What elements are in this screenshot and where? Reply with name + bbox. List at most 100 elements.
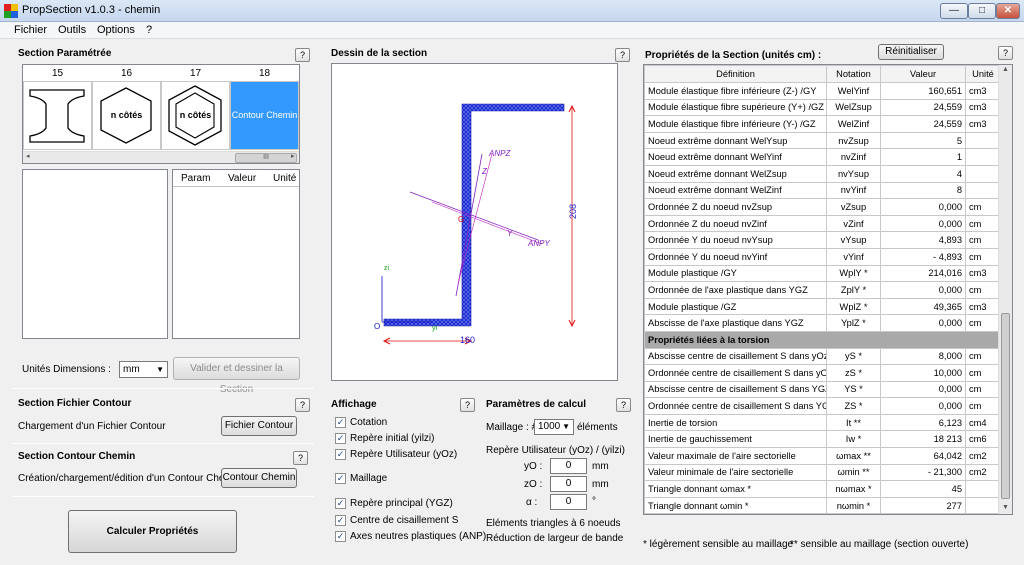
affichage-help-button[interactable]: ? [460, 398, 475, 412]
table-scroll-thumb[interactable] [1001, 313, 1010, 499]
calculate-properties-button[interactable]: Calculer Propriétés [68, 510, 237, 553]
menu-fichier[interactable]: Fichier [14, 24, 47, 36]
cell-definition: Ordonnée Y du noeud nvYinf [644, 247, 827, 266]
table-row[interactable]: Noeud extrême donnant WelYinf nvZinf 1 [644, 148, 1001, 166]
section-type-contour-chemin[interactable]: Contour Chemin [230, 81, 299, 150]
separator [12, 443, 314, 444]
checkbox-repere-utilisateur[interactable]: ✓ Repère Utilisateur (yOz) [335, 449, 457, 460]
scroll-thumb[interactable]: III [235, 153, 297, 163]
section-type-ibeam[interactable] [23, 81, 92, 150]
alpha-input[interactable]: 0 [550, 494, 587, 510]
table-row[interactable]: Triangle donnant ωmax * nωmax * 45 [644, 480, 1001, 498]
table-row[interactable]: Abscisse centre de cisaillement S dans y… [644, 347, 1001, 366]
section-type-hollow-hexagon[interactable]: n côtés [161, 81, 230, 150]
check-icon: ✓ [335, 433, 346, 444]
table-row[interactable]: Ordonnée Y du noeud nvYinf vYinf - 4,893 cm [644, 247, 1001, 266]
cell-unite: cm2 [965, 463, 1001, 482]
cell-notation: ZS * [826, 397, 881, 415]
units-value: mm [123, 364, 140, 375]
table-row[interactable]: Module élastique fibre supérieure (Y+) /… [644, 98, 1001, 117]
fichier-contour-help-button[interactable]: ? [295, 398, 310, 412]
maximize-button[interactable]: □ [968, 3, 996, 19]
table-group-row[interactable]: Propriétés liées à la torsion [644, 330, 1001, 349]
cell-definition: Noeud extrême donnant WelYinf [644, 148, 827, 166]
table-row[interactable]: Module élastique fibre inférieure (Y-) /… [644, 115, 1001, 133]
drawing-help-button[interactable]: ? [615, 48, 630, 62]
section-param-help-button[interactable]: ? [295, 48, 310, 62]
calcul-help-button[interactable]: ? [616, 398, 631, 412]
table-row[interactable]: Ordonnée centre de cisaillement S dans y… [644, 364, 1001, 382]
table-header-valeur[interactable]: Valeur [880, 65, 966, 83]
cell-valeur: 0,000 [880, 314, 966, 332]
table-row[interactable]: Module plastique /GZ WplZ * 49,365 cm3 [644, 297, 1001, 316]
section-type-selector[interactable]: 15 16 17 18 n côtés n côtés Contour Chem… [22, 64, 300, 164]
minimize-button[interactable]: — [940, 3, 968, 19]
checkbox-cotation[interactable]: ✓ Cotation [335, 417, 387, 428]
checkbox-maillage[interactable]: ✓ Maillage [335, 473, 387, 484]
table-vertical-scrollbar[interactable]: ▲ ▼ [998, 65, 1012, 514]
table-header-notation[interactable]: Notation [826, 65, 881, 83]
section-type-hexagon[interactable]: n côtés [92, 81, 161, 150]
contour-chemin-button[interactable]: Contour Chemin [221, 468, 297, 488]
scroll-down-icon[interactable]: ▼ [1002, 504, 1009, 511]
maillage-dropdown[interactable]: 1000 ▼ [534, 419, 574, 435]
cell-notation: YplZ * [826, 314, 881, 332]
properties-table[interactable]: Définition Notation Valeur Unité Module … [643, 64, 1013, 515]
cell-notation: Iw * [826, 430, 881, 449]
cell-definition: Module élastique fibre inférieure (Y-) /… [644, 115, 827, 133]
param-preview-box[interactable] [22, 169, 168, 339]
close-button[interactable]: ✕ [996, 3, 1020, 19]
props-help-button[interactable]: ? [998, 46, 1013, 60]
cell-notation: vYsup [826, 231, 881, 249]
checkbox-axes-neutres[interactable]: ✓ Axes neutres plastiques (ANP) [335, 531, 486, 542]
contour-chemin-help-button[interactable]: ? [293, 451, 308, 465]
table-row[interactable]: Valeur maximale de l'aire sectorielle ωma… [644, 447, 1001, 465]
chevron-down-icon: ▼ [562, 422, 570, 431]
table-row[interactable]: Ordonnée Z du noeud nvZsup vZsup 0,000 cm [644, 198, 1001, 216]
scroll-left-icon[interactable]: ◂ [26, 152, 30, 160]
table-header-unite[interactable]: Unité [965, 65, 1001, 83]
zo-input[interactable]: 0 [550, 476, 587, 492]
section-drawing: 208 160 ANPZ ANPY Z Y G zi yi O [374, 103, 578, 345]
section-col-15: 15 [51, 68, 64, 79]
table-row[interactable]: Noeud extrême donnant WelYsup nvZsup 5 [644, 131, 1001, 150]
table-row[interactable]: Inertie de torsion It ** 6,123 cm4 [644, 413, 1001, 432]
section-drawing-canvas[interactable]: 208 160 ANPZ ANPY Z Y G zi yi O [331, 63, 618, 381]
table-row[interactable]: Module élastique fibre inférieure (Z-) /… [644, 82, 1001, 100]
table-row[interactable]: Abscisse de l'axe plastique dans YGZ YplZ… [644, 314, 1001, 332]
scroll-right-icon[interactable]: ▸ [291, 152, 295, 160]
cell-valeur: 160,651 [880, 82, 966, 100]
table-row[interactable]: Ordonnée centre de cisaillement S dans Y… [644, 397, 1001, 415]
table-row[interactable]: Inertie de gauchissement Iw * 18 213 cm6 [644, 430, 1001, 449]
cell-valeur: 49,365 [880, 297, 966, 316]
validate-section-button[interactable]: Valider et dessiner la Section [173, 357, 300, 395]
reset-button[interactable]: Réinitialiser [878, 44, 944, 60]
table-row[interactable]: Triangle donnant ωmin * nωmin * 277 [644, 496, 1001, 514]
table-row[interactable]: Ordonnée Z du noeud nvZinf vZinf 0,000 cm [644, 214, 1001, 233]
menu-help[interactable]: ? [146, 24, 152, 36]
yo-input[interactable]: 0 [550, 458, 587, 474]
checkbox-repere-principal[interactable]: ✓ Repère principal (YGZ) [335, 498, 453, 509]
alpha-unit: ° [592, 496, 596, 507]
cell-notation: WplZ * [826, 297, 881, 316]
checkbox-repere-initial[interactable]: ✓ Repère initial (yilzi) [335, 433, 434, 444]
table-header-definition[interactable]: Définition [644, 65, 827, 83]
checkbox-centre-cisaillement[interactable]: ✓ Centre de cisaillement S [335, 515, 458, 526]
cell-definition: Triangle donnant ωmax * [644, 480, 827, 498]
table-row[interactable]: Noeud extrême donnant WelZsup nvYsup 4 [644, 164, 1001, 183]
scroll-up-icon[interactable]: ▲ [1002, 66, 1009, 73]
table-row[interactable]: Valeur minimale de l'aire sectorielle ωmi… [644, 463, 1001, 482]
table-row[interactable]: Noeud extrême donnant WelZinf nvYinf 8 [644, 181, 1001, 200]
cell-notation: zS * [826, 364, 881, 382]
table-row[interactable]: Ordonnée de l'axe plastique dans YGZ ZplY… [644, 281, 1001, 299]
table-row[interactable]: Module plastique /GY WplY * 214,016 cm3 [644, 264, 1001, 283]
cell-valeur: 4,893 [880, 231, 966, 249]
table-row[interactable]: Ordonnée Y du noeud nvYsup vYsup 4,893 cm [644, 231, 1001, 249]
selector-horizontal-scrollbar[interactable]: ◂ III ▸ [23, 151, 299, 163]
menu-options[interactable]: Options [97, 24, 135, 36]
param-list[interactable]: Param Valeur Unité [172, 169, 300, 339]
units-dropdown[interactable]: mm ▼ [119, 361, 168, 378]
table-row[interactable]: Abscisse centre de cisaillement S dans Y… [644, 380, 1001, 399]
menu-outils[interactable]: Outils [58, 24, 86, 36]
fichier-contour-button[interactable]: Fichier Contour [221, 416, 297, 436]
